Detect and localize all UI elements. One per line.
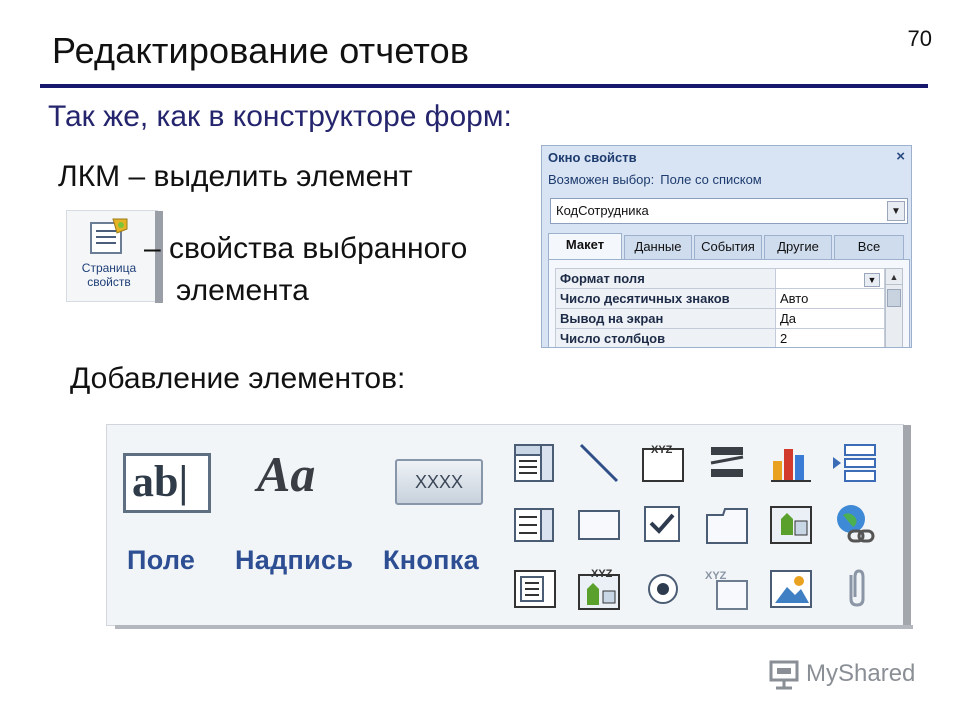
- tab-control-icon[interactable]: [703, 501, 751, 549]
- property-value[interactable]: Да: [775, 308, 885, 329]
- list-box-icon[interactable]: [511, 501, 559, 549]
- rectangle-icon[interactable]: [575, 501, 623, 549]
- checkbox-icon[interactable]: [639, 501, 687, 549]
- unbound-object-frame-icon[interactable]: XYZ: [639, 439, 687, 487]
- slide-number: 70: [907, 26, 932, 51]
- property-name: Вывод на экран: [555, 308, 776, 329]
- props-text-line2: элемента: [176, 274, 309, 307]
- property-value[interactable]: 2: [775, 328, 885, 347]
- shadow: [115, 625, 913, 629]
- tab-events[interactable]: События: [694, 235, 762, 259]
- property-page-label-2: свойств: [87, 275, 131, 289]
- property-value[interactable]: Авто: [775, 288, 885, 309]
- props-description: – свойства выбранного элемента: [144, 228, 467, 312]
- property-sheet-title: Окно свойств: [548, 150, 637, 165]
- controls-toolbox: ab| Поле Aa Надпись XXXX Кнопка XYZ XYZ …: [106, 424, 913, 629]
- watermark-logo: MyShared: [768, 656, 928, 696]
- property-sheet-window: Окно свойств × Возможен выбор: Поле со сп…: [541, 145, 912, 348]
- chevron-down-icon[interactable]: ▼: [864, 272, 880, 287]
- table-row[interactable]: Число столбцов 2: [555, 328, 885, 347]
- scroll-thumb[interactable]: [887, 289, 901, 307]
- svg-text:XYZ: XYZ: [705, 570, 727, 582]
- scroll-up-icon[interactable]: ▲: [886, 269, 902, 285]
- line-icon[interactable]: [575, 439, 623, 487]
- text-box-icon: ab|: [123, 453, 211, 513]
- property-name: Формат поля: [555, 268, 776, 289]
- image-icon[interactable]: [767, 565, 815, 613]
- image-control-icon[interactable]: [767, 501, 815, 549]
- property-name: Число десятичных знаков: [555, 288, 776, 309]
- insert-page-icon[interactable]: [831, 439, 879, 487]
- subform-icon[interactable]: [511, 565, 559, 613]
- object-combo-value: КодСотрудника: [556, 203, 649, 218]
- combo-box-icon[interactable]: [511, 439, 559, 487]
- table-row[interactable]: Число десятичных знаков Авто: [555, 288, 885, 309]
- option-button-icon[interactable]: [639, 565, 687, 613]
- tab-layout[interactable]: Макет: [548, 233, 622, 260]
- svg-text:XYZ: XYZ: [591, 568, 613, 580]
- option-group-icon[interactable]: XYZ: [703, 565, 751, 613]
- button-tool-label: Кнопка: [383, 545, 479, 575]
- property-value[interactable]: ▼: [775, 268, 885, 289]
- title-rule: [40, 84, 928, 88]
- selection-type: Поле со списком: [660, 172, 762, 187]
- tab-all[interactable]: Все: [834, 235, 904, 259]
- property-page-label-1: Страница: [81, 261, 137, 275]
- selection-label: Возможен выбор:: [548, 172, 655, 187]
- page-break-icon[interactable]: [703, 439, 751, 487]
- watermark-text: MyShared: [806, 660, 916, 687]
- tab-data[interactable]: Данные: [624, 235, 692, 259]
- property-grid: Формат поля ▼ Число десятичных знаков Ав…: [555, 268, 885, 347]
- lkm-text: ЛКМ – выделить элемент: [58, 160, 413, 193]
- bound-object-frame-icon[interactable]: XYZ: [575, 565, 623, 613]
- button-icon: XXXX: [395, 459, 483, 505]
- selection-type-row: Возможен выбор: Поле со списком: [548, 172, 762, 187]
- subtitle: Так же, как в конструкторе форм:: [48, 100, 512, 133]
- presentation-icon: [768, 658, 800, 695]
- property-panel: Формат поля ▼ Число десятичных знаков Ав…: [548, 259, 910, 347]
- chart-icon[interactable]: [767, 439, 815, 487]
- label-icon: Aa: [257, 446, 316, 502]
- attachment-icon[interactable]: [831, 565, 879, 613]
- chevron-down-icon[interactable]: ▼: [887, 201, 905, 221]
- property-tabs: Макет Данные События Другие Все: [548, 233, 908, 260]
- vertical-scrollbar[interactable]: ▲: [885, 268, 903, 347]
- table-row[interactable]: Формат поля ▼: [555, 268, 885, 289]
- close-icon[interactable]: ×: [896, 148, 905, 165]
- svg-text:XYZ: XYZ: [651, 444, 673, 456]
- shadow: [903, 425, 911, 627]
- props-text-line1: – свойства выбранного: [144, 232, 468, 265]
- text-box-label: Поле: [127, 545, 196, 575]
- label-tool-label: Надпись: [235, 545, 354, 575]
- table-row[interactable]: Вывод на экран Да: [555, 308, 885, 329]
- property-name: Число столбцов: [555, 328, 776, 347]
- hyperlink-icon[interactable]: [831, 501, 879, 549]
- object-combo[interactable]: КодСотрудника ▼: [550, 198, 908, 224]
- slide-title: Редактирование отчетов: [52, 30, 470, 71]
- tab-other[interactable]: Другие: [764, 235, 832, 259]
- add-elements-text: Добавление элементов:: [70, 362, 406, 395]
